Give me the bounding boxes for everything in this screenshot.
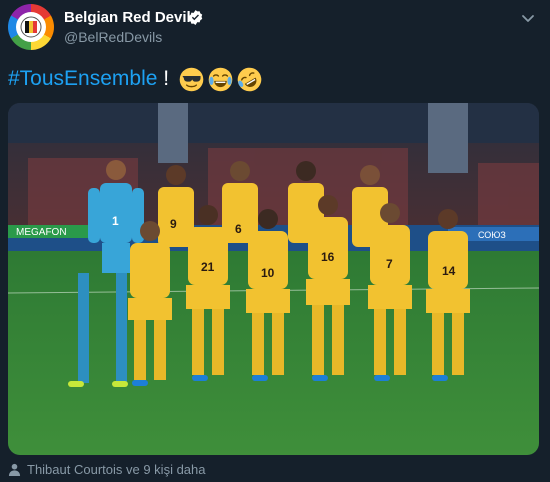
tweet: Belgian Red Devils @BelRedDevils #TousEn… [0,0,550,482]
banner-right: СОЮЗ [478,230,506,240]
front-number-14: 14 [442,264,456,278]
back-number-3: 6 [235,222,242,236]
front-number-10: 10 [261,266,275,280]
chevron-down-icon[interactable] [520,10,536,26]
smiling-face-with-sunglasses-icon [179,67,204,91]
avatar[interactable] [8,4,54,50]
face-with-tears-of-joy-icon [208,67,233,91]
front-number-7: 7 [386,257,393,271]
banner-left: MEGAFON [16,227,67,238]
verified-badge-icon [188,10,203,25]
rolling-on-the-floor-laughing-icon [237,67,262,91]
tweet-text-suffix: ! [157,67,175,90]
back-number-2: 9 [170,217,177,231]
back-number-1: 1 [112,214,119,228]
team-photo-image: MEGAFON СОЮЗ 1 9 6 21 10 16 7 14 [8,103,539,455]
crest-icon [16,12,46,42]
person-icon [8,463,21,476]
front-number-21: 21 [201,260,215,274]
tagged-people-link[interactable]: Thibaut Courtois ve 9 kişi daha [8,462,205,477]
hashtag-link[interactable]: #TousEnsemble [8,66,157,92]
tweet-photo[interactable]: MEGAFON СОЮЗ 1 9 6 21 10 16 7 14 [8,103,539,455]
display-name[interactable]: Belgian Red Devils [64,9,199,26]
tagged-people-label: Thibaut Courtois ve 9 kişi daha [27,462,206,477]
handle[interactable]: @BelRedDevils [64,29,162,45]
tweet-text: #TousEnsemble ! [8,66,262,92]
front-number-16: 16 [321,250,335,264]
